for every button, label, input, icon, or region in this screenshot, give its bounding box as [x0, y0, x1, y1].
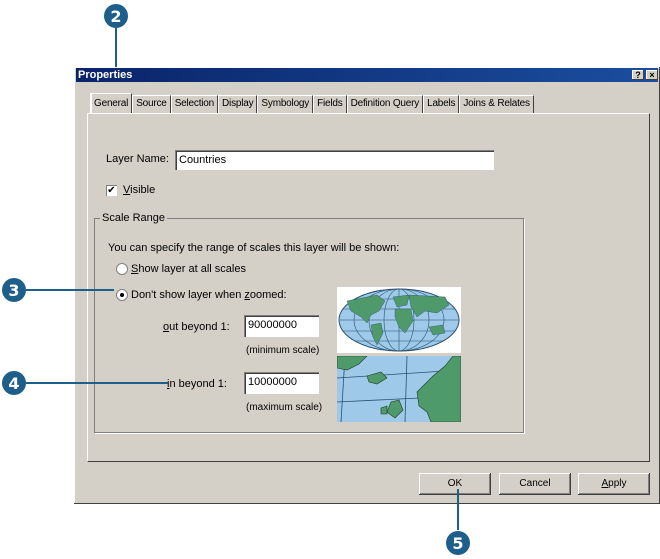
radio-dont-show-zoomed[interactable]	[116, 289, 128, 301]
tab-definition-query[interactable]: Definition Query	[346, 95, 424, 113]
properties-dialog: Properties ? × General Source Selection …	[74, 67, 660, 504]
title-bar: Properties ? ×	[76, 68, 658, 82]
maximum-scale-label: (maximum scale)	[246, 402, 323, 413]
show-all-scales-label: Show layer at all scales	[131, 263, 246, 275]
tab-strip: General Source Selection Display Symbolo…	[90, 93, 534, 113]
radio-show-all-scales[interactable]	[116, 263, 128, 275]
tab-labels[interactable]: Labels	[423, 95, 460, 113]
window-title: Properties	[78, 69, 133, 81]
close-button[interactable]: ×	[646, 70, 658, 80]
visible-checkbox[interactable]: ✔	[106, 185, 117, 196]
callout-3-leader	[26, 289, 114, 291]
visible-label: Visible	[123, 184, 156, 196]
apply-button[interactable]: Apply	[578, 473, 650, 495]
dont-show-zoomed-label: Don't show layer when zoomed:	[131, 289, 287, 301]
ok-button[interactable]: OK	[419, 473, 491, 495]
tab-symbology[interactable]: Symbology	[257, 95, 314, 113]
layer-name-label: Layer Name:	[106, 153, 169, 165]
tab-selection[interactable]: Selection	[170, 95, 219, 113]
callout-5-leader	[457, 489, 459, 530]
in-beyond-label: in beyond 1:	[167, 378, 227, 390]
callout-5: 5	[446, 531, 470, 555]
help-button[interactable]: ?	[632, 70, 644, 80]
layer-name-input[interactable]: Countries	[175, 150, 494, 170]
out-beyond-label: out beyond 1:	[163, 321, 230, 333]
callout-4: 4	[2, 371, 26, 395]
in-beyond-input[interactable]: 10000000	[244, 372, 319, 394]
callout-2: 2	[104, 4, 128, 28]
minimum-scale-label: (minimum scale)	[246, 345, 320, 356]
out-beyond-input[interactable]: 90000000	[244, 315, 319, 337]
tab-fields[interactable]: Fields	[313, 95, 347, 113]
world-map-image	[337, 287, 461, 353]
scale-range-title: Scale Range	[100, 212, 167, 224]
tab-joins-relates[interactable]: Joins & Relates	[459, 95, 534, 113]
tab-source[interactable]: Source	[132, 95, 171, 113]
tab-general[interactable]: General	[90, 93, 133, 113]
tab-display[interactable]: Display	[218, 95, 258, 113]
scale-range-description: You can specify the range of scales this…	[108, 242, 400, 254]
callout-3: 3	[2, 278, 26, 302]
callout-4-leader	[26, 382, 168, 384]
cancel-button[interactable]: Cancel	[499, 473, 571, 495]
europe-map-image	[337, 356, 461, 422]
